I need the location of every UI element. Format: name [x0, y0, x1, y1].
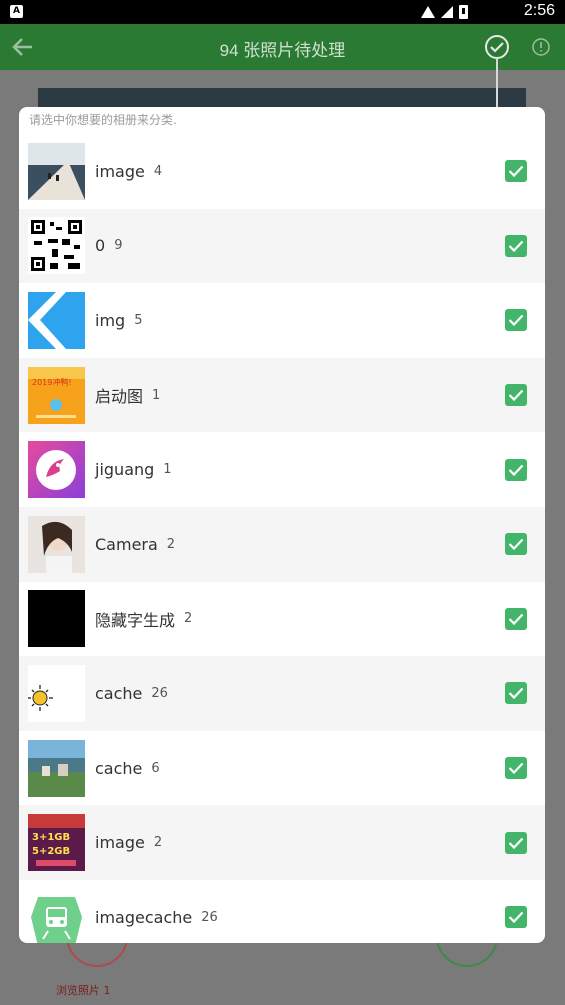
album-row[interactable]: cache 6 — [19, 731, 545, 806]
check-icon — [508, 837, 524, 849]
check-icon — [508, 762, 524, 775]
album-count: 1 — [163, 462, 172, 478]
status-time: 2:56 — [523, 2, 555, 19]
svg-text:5+2GB: 5+2GB — [32, 846, 70, 857]
check-icon — [508, 539, 524, 551]
album-name: imagecache — [95, 907, 193, 927]
check-icon — [508, 688, 524, 700]
check-icon — [508, 166, 524, 178]
status-bar: A 2:56 — [0, 0, 565, 24]
album-row[interactable]: 隐藏字生成 2 — [19, 582, 545, 657]
info-icon[interactable] — [532, 38, 550, 56]
svg-text:3+1GB: 3+1GB — [32, 832, 70, 843]
album-count: 2 — [153, 835, 163, 851]
check-icon — [508, 911, 524, 924]
album-count: 5 — [134, 312, 143, 328]
check-icon — [508, 389, 524, 402]
album-thumbnail — [28, 888, 85, 943]
album-row[interactable]: cache 26 — [19, 656, 545, 731]
wifi-icon — [421, 6, 435, 18]
album-checkbox[interactable] — [505, 458, 527, 481]
album-checkbox[interactable] — [505, 160, 527, 183]
browse-caption: 浏览照片 1 — [56, 984, 111, 997]
status-icons — [419, 4, 479, 20]
album-name: 隐藏字生成 — [95, 610, 176, 630]
album-row[interactable]: jiguang 1 — [19, 432, 545, 507]
album-thumbnail: 2019冲鸭! — [28, 366, 85, 424]
album-count: 26 — [201, 909, 218, 925]
toolbar: 94 张照片待处理 — [0, 24, 565, 70]
album-checkbox[interactable] — [505, 831, 527, 854]
dialog-hint: 请选中你想要的相册来分类. — [29, 113, 177, 127]
album-thumbnail — [28, 142, 85, 200]
tooltip-connector — [496, 58, 498, 108]
album-thumbnail — [28, 217, 85, 275]
page-title: 94 张照片待处理 — [219, 41, 346, 60]
album-thumbnail — [28, 515, 85, 573]
album-checkbox[interactable] — [505, 384, 527, 407]
check-circle-icon[interactable] — [484, 34, 510, 60]
album-count: 2 — [166, 536, 176, 552]
check-icon — [508, 240, 524, 252]
album-checkbox[interactable] — [505, 607, 527, 630]
album-thumbnail — [28, 590, 85, 648]
album-name: 启动图 — [95, 387, 144, 407]
album-thumbnail: 3+1GB 5+2GB — [28, 814, 85, 872]
album-count: 9 — [114, 238, 123, 254]
app-notification-icon: A — [10, 5, 23, 18]
album-row[interactable]: 09 — [19, 208, 545, 284]
signal-icon — [441, 6, 453, 18]
album-thumbnail — [28, 291, 85, 349]
album-checkbox[interactable] — [505, 234, 527, 257]
album-name: image — [95, 833, 145, 853]
album-thumbnail — [28, 664, 85, 722]
album-row[interactable]: img 5 — [19, 283, 545, 358]
album-name: cache — [95, 758, 143, 778]
background-photo — [38, 88, 526, 108]
album-name: Camera — [95, 534, 158, 554]
album-row[interactable]: 2019冲鸭! 启动图 1 — [19, 357, 545, 433]
album-count: 2 — [184, 611, 193, 627]
album-count: 1 — [152, 387, 161, 403]
album-name: cache — [95, 683, 143, 703]
check-icon — [508, 464, 524, 476]
album-select-dialog: 请选中你想要的相册来分类. image 4 0 9 img 5 2019冲鸭! 启动图 1 jig… — [19, 107, 545, 943]
album-count: 6 — [151, 760, 160, 776]
album-name: jiguang — [95, 460, 155, 480]
album-thumbnail — [28, 739, 85, 797]
album-name: 0 — [95, 236, 106, 256]
album-checkbox[interactable] — [505, 906, 527, 929]
check-icon — [508, 613, 524, 625]
album-name: image — [95, 161, 145, 181]
album-thumbnail — [28, 441, 85, 499]
album-checkbox[interactable] — [505, 682, 527, 705]
album-checkbox[interactable] — [505, 757, 527, 780]
album-checkbox[interactable] — [505, 533, 527, 556]
svg-text:2019冲鸭!: 2019冲鸭! — [32, 377, 72, 387]
album-count: 26 — [151, 685, 168, 701]
album-row[interactable]: Camera 2 — [19, 506, 545, 582]
album-row[interactable]: image 4 — [19, 134, 545, 209]
album-count: 4 — [153, 163, 163, 179]
album-row[interactable]: 3+1GB 5+2GB image 2 — [19, 805, 545, 880]
album-checkbox[interactable] — [505, 309, 527, 332]
album-row[interactable]: imagecache 26 — [19, 880, 545, 943]
album-name: img — [95, 310, 126, 330]
check-icon — [508, 315, 524, 327]
